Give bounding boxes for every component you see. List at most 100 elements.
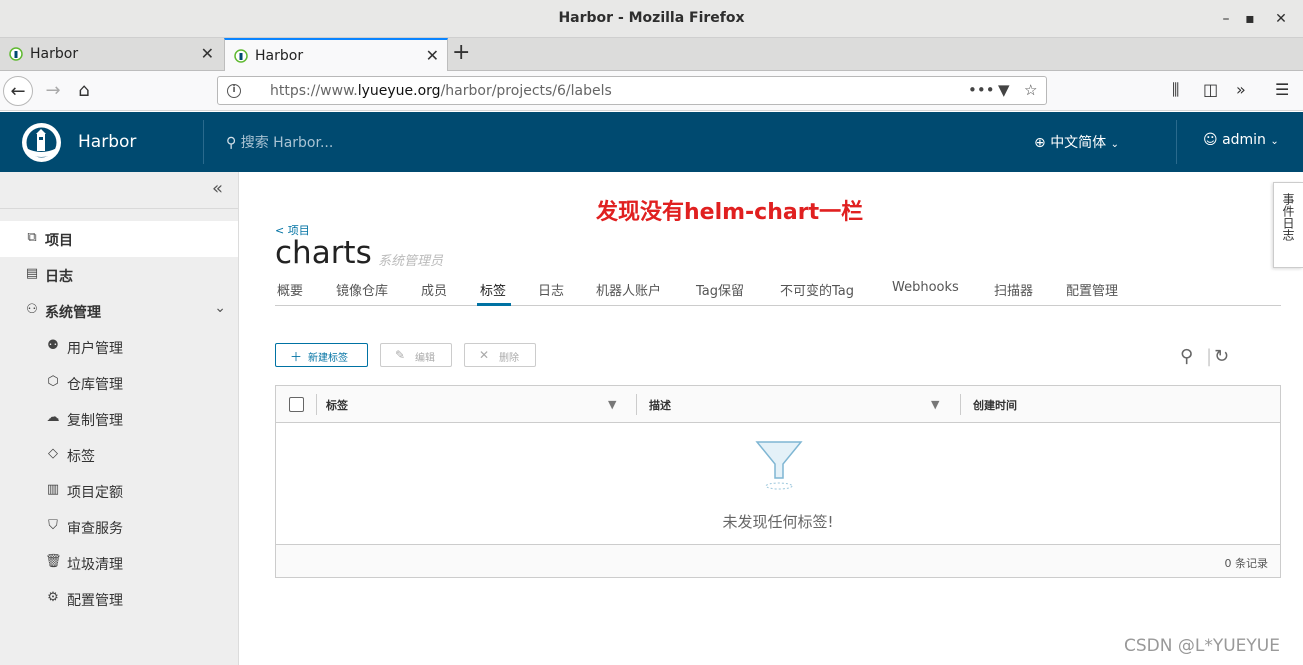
tab-robot-accounts[interactable]: 机器人账户 <box>596 280 661 299</box>
tab-repositories[interactable]: 镜像仓库 <box>336 280 388 299</box>
tab-summary[interactable]: 概要 <box>277 280 303 299</box>
close-window-icon[interactable]: ✕ <box>1270 8 1292 30</box>
window-titlebar: Harbor - Mozilla Firefox – ▪ ✕ <box>0 0 1303 38</box>
new-tab-icon[interactable]: + <box>452 40 470 65</box>
tag-icon: ◇ <box>48 446 58 461</box>
browser-tab-label: Harbor <box>255 48 304 64</box>
page-actions-icon[interactable]: ••• <box>968 81 995 99</box>
browser-tabbar: Harbor ✕ Harbor ✕ + <box>0 38 1303 71</box>
header-divider <box>203 120 204 164</box>
column-divider <box>636 394 637 415</box>
overflow-icon[interactable]: » <box>1236 80 1246 99</box>
search-icon: ⚲ <box>226 135 237 151</box>
admin-icon: ⚇ <box>26 302 38 317</box>
close-tab-icon[interactable]: ✕ <box>201 44 214 63</box>
sidebar-item-replications[interactable]: ☁ 复制管理 <box>0 401 238 437</box>
sidebar-item-users[interactable]: ⚉ 用户管理 <box>0 329 238 365</box>
plus-icon: ＋ <box>290 350 303 364</box>
tab-members[interactable]: 成员 <box>421 280 447 299</box>
search-icon[interactable]: ⚲ <box>1180 346 1193 367</box>
tab-webhooks[interactable]: Webhooks <box>892 280 959 295</box>
column-created-time[interactable]: 创建时间 <box>973 397 1017 413</box>
url-text[interactable]: https://www.lyueyue.org/harbor/projects/… <box>270 83 612 99</box>
tab-tag-retention[interactable]: Tag保留 <box>696 280 744 299</box>
event-log-tab[interactable]: 事件日志 <box>1273 182 1303 268</box>
watermark: CSDN @L*YUEYUE <box>1124 636 1280 656</box>
column-divider <box>960 394 961 415</box>
sidebar-item-config[interactable]: ⚙ 配置管理 <box>0 581 238 617</box>
users-icon: ⚉ <box>47 338 59 353</box>
sidebar-toggle-icon[interactable]: ◫ <box>1203 80 1218 99</box>
pencil-icon: ✎ <box>395 348 406 362</box>
tool-divider: | <box>1206 346 1213 367</box>
header-divider <box>1176 120 1177 164</box>
datagrid-header: 标签 ▼ 描述 ▼ 创建时间 <box>276 386 1280 423</box>
project-role: 系统管理员 <box>378 254 444 269</box>
select-all-checkbox[interactable] <box>289 397 304 412</box>
datagrid-footer: 0 条记录 <box>276 544 1280 577</box>
user-menu[interactable]: ☺ admin ⌄ <box>1203 132 1279 148</box>
browser-tab-2[interactable]: Harbor ✕ <box>224 38 448 71</box>
sidebar-item-labels[interactable]: ◇ 标签 <box>0 437 238 473</box>
harbor-logo-icon[interactable] <box>22 123 61 162</box>
chevron-down-icon[interactable]: ⌄ <box>214 300 226 316</box>
filter-icon[interactable]: ▼ <box>608 398 616 411</box>
edit-button[interactable]: ✎ 编辑 <box>380 343 452 367</box>
quota-icon: ▥ <box>46 482 60 497</box>
active-tab-indicator <box>477 303 511 306</box>
tab-configuration[interactable]: 配置管理 <box>1066 280 1118 299</box>
bookmark-star-icon[interactable]: ☆ <box>1024 81 1037 99</box>
language-selector[interactable]: ⊕ 中文简体 ⌄ <box>1034 132 1119 152</box>
chevron-down-icon: ⌄ <box>1110 139 1120 150</box>
new-label-button[interactable]: ＋ 新建标签 <box>275 343 368 367</box>
empty-funnel-icon <box>755 441 803 490</box>
tab-labels[interactable]: 标签 <box>480 280 506 299</box>
sidebar-item-admin[interactable]: ⚇ 系统管理 ⌄ <box>0 293 238 329</box>
minimize-icon[interactable]: – <box>1215 8 1237 30</box>
window-title: Harbor - Mozilla Firefox <box>558 10 745 26</box>
delete-button[interactable]: ✕ 删除 <box>464 343 536 367</box>
harbor-favicon-icon <box>9 47 23 61</box>
tab-scanner[interactable]: 扫描器 <box>994 280 1033 299</box>
menu-icon[interactable]: ☰ <box>1275 80 1289 99</box>
browser-navbar: ← → ⌂ i https://www.lyueyue.org/harbor/p… <box>0 71 1303 111</box>
red-annotation: 发现没有helm-chart一栏 <box>596 200 864 225</box>
registry-icon: ⬡ <box>47 374 59 389</box>
sidebar-item-quotas[interactable]: ▥ 项目定额 <box>0 473 238 509</box>
sidebar: « ⧉ 项目 ▤ 日志 ⚇ 系统管理 ⌄ ⚉ 用户管理 ⬡ 仓库管理 ☁ 复制管… <box>0 172 239 665</box>
column-label[interactable]: 标签 <box>326 397 348 413</box>
pocket-icon[interactable]: ▼ <box>998 81 1010 99</box>
library-icon[interactable]: ⫼ <box>1172 80 1179 100</box>
url-bar[interactable]: i https://www.lyueyue.org/harbor/project… <box>217 76 1047 105</box>
labels-datagrid: 标签 ▼ 描述 ▼ 创建时间 未发现任何标签! 0 条记录 <box>275 385 1281 578</box>
collapse-sidebar-icon[interactable]: « <box>212 178 223 199</box>
forward-icon[interactable]: → <box>38 76 68 106</box>
info-icon[interactable]: i <box>227 84 241 98</box>
global-search-input[interactable]: ⚲ 搜索 Harbor... <box>226 132 333 152</box>
tab-logs[interactable]: 日志 <box>538 280 564 299</box>
filter-icon[interactable]: ▼ <box>931 398 939 411</box>
user-icon: ☺ <box>1203 132 1218 148</box>
sidebar-item-interrogation[interactable]: ⛉ 审查服务 <box>0 509 238 545</box>
sidebar-item-gc[interactable]: 🗑 垃圾清理 <box>0 545 238 581</box>
close-tab-icon[interactable]: ✕ <box>426 46 439 65</box>
back-icon[interactable]: ← <box>3 76 33 106</box>
trash-icon: 🗑 <box>45 554 62 569</box>
shield-icon: ⛉ <box>48 518 58 533</box>
maximize-icon[interactable]: ▪ <box>1239 8 1261 30</box>
record-count: 0 条记录 <box>1224 557 1269 570</box>
close-icon: ✕ <box>479 348 490 362</box>
home-icon[interactable]: ⌂ <box>69 76 99 106</box>
chevron-down-icon: ⌄ <box>1270 136 1279 147</box>
sidebar-item-projects[interactable]: ⧉ 项目 <box>0 221 238 257</box>
refresh-icon[interactable]: ↻ <box>1214 346 1229 367</box>
projects-icon: ⧉ <box>27 230 37 245</box>
column-description[interactable]: 描述 <box>649 397 671 413</box>
gear-icon: ⚙ <box>47 590 59 605</box>
browser-tab-1[interactable]: Harbor ✕ <box>0 38 222 71</box>
globe-icon: ⊕ <box>1034 135 1046 151</box>
tab-immutable-tags[interactable]: 不可变的Tag <box>780 280 854 299</box>
sidebar-item-logs[interactable]: ▤ 日志 <box>0 257 238 293</box>
sidebar-item-registries[interactable]: ⬡ 仓库管理 <box>0 365 238 401</box>
brand-name[interactable]: Harbor <box>78 132 136 152</box>
